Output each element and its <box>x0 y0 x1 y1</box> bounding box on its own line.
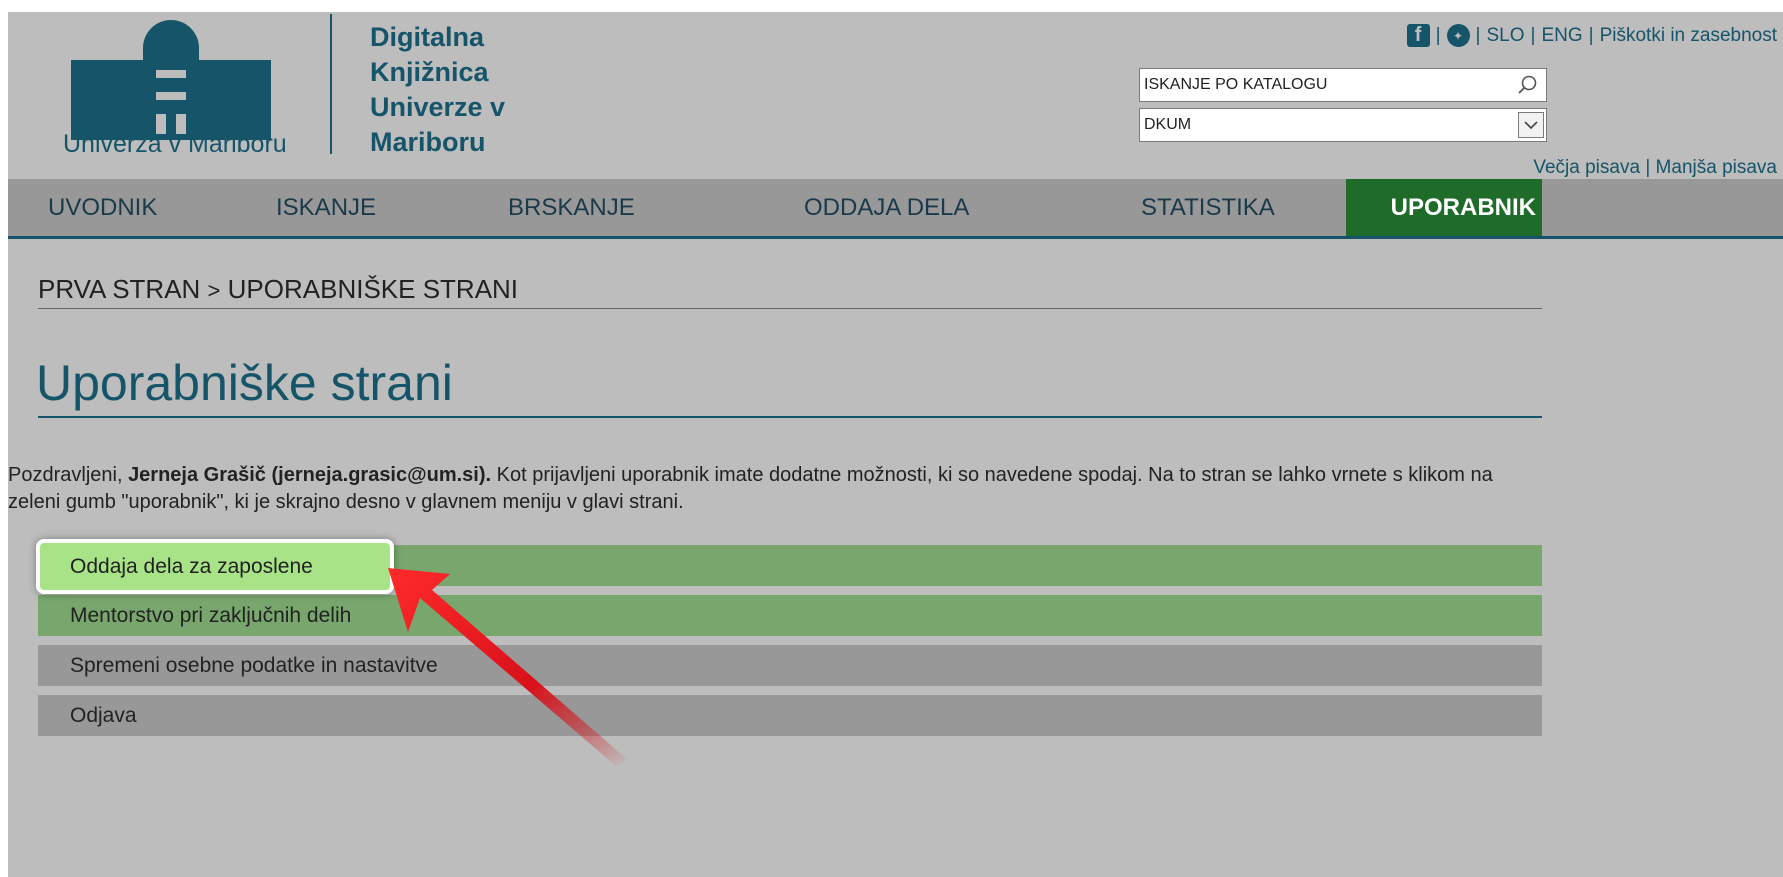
breadcrumb-rule <box>38 308 1542 309</box>
font-smaller-link[interactable]: Manjša pisava <box>1656 157 1777 178</box>
font-size-links: Večja pisava | Manjša pisava <box>1533 157 1777 178</box>
menu-item-mentorship[interactable]: Mentorstvo pri zaključnih delih <box>38 595 1542 636</box>
search-icon[interactable] <box>1516 73 1540 97</box>
nav-statistika[interactable]: STATISTIKA <box>1141 179 1275 236</box>
search-input[interactable] <box>1140 69 1504 101</box>
annotation-arrow-icon <box>388 568 628 766</box>
collection-select[interactable]: DKUM <box>1139 108 1547 142</box>
menu-item-logout[interactable]: Odjava <box>38 695 1542 736</box>
nav-oddaja-dela[interactable]: ODDAJA DELA <box>804 179 969 236</box>
breadcrumb-current: UPORABNIŠKE STRANI <box>227 274 519 304</box>
menu-item-personal-settings[interactable]: Spremeni osebne podatke in nastavitve <box>38 645 1542 686</box>
university-name: Univerza v Mariboru <box>63 130 287 158</box>
nav-brskanje[interactable]: BRSKANJE <box>508 179 635 236</box>
catalog-search <box>1139 68 1547 102</box>
user-name: Jerneja Grašič (jerneja.grasic@um.si). <box>128 464 492 486</box>
nav-uvodnik[interactable]: UVODNIK <box>48 179 157 236</box>
logo-divider <box>330 14 332 154</box>
title-rule <box>38 416 1542 418</box>
university-logo[interactable]: Univerza v Mariboru <box>63 12 288 162</box>
main-nav: UVODNIK ISKANJE BRSKANJE ODDAJA DELA STA… <box>8 179 1783 239</box>
top-links: f | ✦ | SLO | ENG | Piškotki in zasebnos… <box>1406 24 1777 47</box>
facebook-icon[interactable]: f <box>1406 24 1430 47</box>
twitter-icon[interactable]: ✦ <box>1446 24 1470 47</box>
lang-eng-link[interactable]: ENG <box>1541 25 1582 47</box>
library-name[interactable]: Digitalna Knjižnica Univerze v Mariboru <box>370 20 570 160</box>
page: Univerza v Mariboru Digitalna Knjižnica … <box>8 12 1783 877</box>
lang-slo-link[interactable]: SLO <box>1486 25 1524 47</box>
collection-select-value: DKUM <box>1144 116 1192 133</box>
nav-uporabnik[interactable]: UPORABNIK <box>1346 179 1542 236</box>
cookies-link[interactable]: Piškotki in zasebnost <box>1600 25 1777 47</box>
breadcrumb-home[interactable]: PRVA STRAN <box>38 274 200 304</box>
menu-item-submit-staff-highlight[interactable]: Oddaja dela za zaposlene <box>36 539 394 594</box>
chevron-down-icon[interactable] <box>1518 112 1544 138</box>
breadcrumb: PRVA STRAN > UPORABNIŠKE STRANI <box>38 274 519 304</box>
nav-iskanje[interactable]: ISKANJE <box>276 179 376 236</box>
font-larger-link[interactable]: Večja pisava <box>1533 157 1640 178</box>
intro-text: Pozdravljeni, Jerneja Grašič (jerneja.gr… <box>8 464 1493 513</box>
page-title: Uporabniške strani <box>36 355 453 411</box>
